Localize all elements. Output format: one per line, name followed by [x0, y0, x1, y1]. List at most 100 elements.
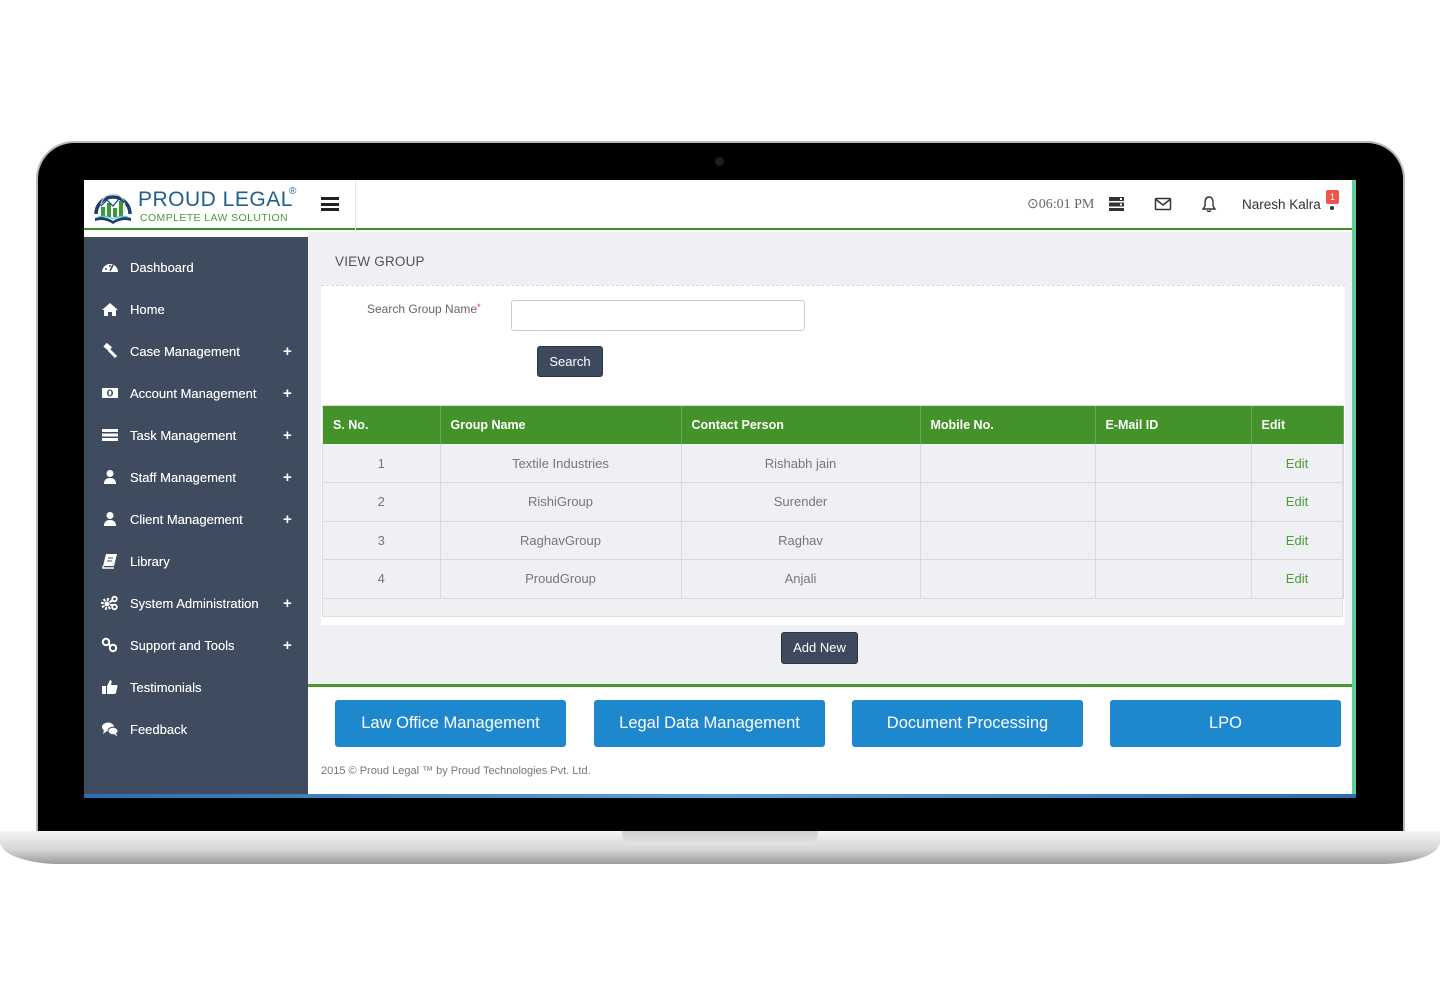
money-icon: [102, 388, 118, 398]
search-group-name-label: Search Group Name*: [367, 302, 481, 316]
sidebar-label: Account Management: [130, 385, 257, 401]
sidebar-label: Feedback: [130, 721, 188, 737]
page-title: VIEW GROUP: [335, 254, 425, 269]
column-header-mobile[interactable]: Mobile No.: [920, 406, 1096, 444]
laptop-camera: [715, 157, 724, 166]
sidebar-label: Client Management: [130, 511, 243, 527]
app-screen: PROUD LEGAL ® COMPLETE LAW SOLUTION ⊙06:…: [84, 180, 1356, 796]
cell-edit: Edit: [1251, 482, 1344, 522]
bell-icon[interactable]: [1200, 195, 1218, 213]
cell-group-name: ProudGroup: [440, 559, 682, 599]
search-button[interactable]: Search: [537, 346, 603, 377]
column-header-sno[interactable]: S. No.: [323, 406, 441, 444]
table-header-row: S. No. Group Name Contact Person Mobile …: [323, 406, 1344, 444]
table-row: 4 ProudGroup Anjali Edit: [323, 559, 1344, 599]
notification-badge: 1: [1326, 190, 1339, 204]
cell-group-name: RishiGroup: [440, 482, 682, 522]
group-table-container: S. No. Group Name Contact Person Mobile …: [322, 405, 1344, 617]
copyright-text: 2015 © Proud Legal ™ by Proud Technologi…: [321, 765, 591, 777]
sidebar-item-case-management[interactable]: Case Management +: [84, 330, 308, 372]
expand-plus-icon[interactable]: +: [283, 469, 292, 486]
search-group-name-input[interactable]: [511, 300, 805, 331]
hamburger-menu-icon[interactable]: [321, 197, 339, 211]
cell-email: [1095, 482, 1252, 522]
sidebar-item-task-management[interactable]: Task Management +: [84, 414, 308, 456]
sidebar-item-account-management[interactable]: Account Management +: [84, 372, 308, 414]
sidebar-label: Testimonials: [130, 679, 202, 695]
sidebar-label: Support and Tools: [130, 637, 235, 653]
time-text: 06:01 PM: [1038, 197, 1095, 212]
sidebar-nav: Dashboard Home Case Management + Account…: [84, 237, 308, 796]
user-dropdown-icon[interactable]: [1330, 206, 1334, 210]
edit-link[interactable]: Edit: [1286, 494, 1308, 509]
server-icon[interactable]: [1108, 195, 1126, 213]
cell-edit: Edit: [1251, 444, 1344, 483]
cell-email: [1095, 444, 1252, 483]
sidebar-item-home[interactable]: Home: [84, 288, 308, 330]
cell-email: [1095, 521, 1252, 560]
document-processing-button[interactable]: Document Processing: [852, 700, 1083, 747]
search-label-text: Search Group Name: [367, 302, 478, 316]
cell-sno: 1: [323, 444, 441, 483]
gavel-icon: [103, 343, 118, 359]
view-group-panel: Search Group Name* Search S. No. Group N…: [321, 285, 1345, 625]
cell-mobile: [920, 444, 1096, 483]
sidebar-label: Staff Management: [130, 469, 236, 485]
sidebar-label: Task Management: [130, 427, 237, 443]
lpo-button[interactable]: LPO: [1110, 700, 1341, 747]
header-time: ⊙06:01 PM: [1027, 196, 1094, 213]
brand-subtitle: COMPLETE LAW SOLUTION: [140, 212, 289, 224]
sidebar-item-staff-management[interactable]: Staff Management +: [84, 456, 308, 498]
sidebar-item-dashboard[interactable]: Dashboard: [84, 246, 308, 288]
column-header-email[interactable]: E-Mail ID: [1095, 406, 1252, 444]
expand-plus-icon[interactable]: +: [283, 595, 292, 612]
sidebar-label: Case Management: [130, 343, 240, 359]
sidebar-item-support-and-tools[interactable]: Support and Tools +: [84, 624, 308, 666]
cell-group-name: Textile Industries: [440, 444, 682, 483]
cell-group-name: RaghavGroup: [440, 521, 682, 560]
cell-mobile: [920, 559, 1096, 599]
book-icon: [102, 554, 117, 569]
taskbar-strip: [84, 794, 1356, 798]
sidebar-item-system-administration[interactable]: System Administration +: [84, 582, 308, 624]
add-new-button[interactable]: Add New: [781, 632, 858, 664]
footer: Law Office Management Legal Data Managem…: [308, 687, 1352, 796]
group-table: S. No. Group Name Contact Person Mobile …: [323, 406, 1344, 599]
sidebar-item-library[interactable]: Library: [84, 540, 308, 582]
column-header-edit: Edit: [1251, 406, 1344, 444]
sidebar-item-feedback[interactable]: Feedback: [84, 708, 308, 750]
expand-plus-icon[interactable]: +: [283, 427, 292, 444]
edit-link[interactable]: Edit: [1286, 456, 1308, 471]
law-office-management-button[interactable]: Law Office Management: [335, 700, 566, 747]
dashboard-icon: [102, 264, 118, 272]
link-icon: [101, 637, 118, 653]
clock-icon: ⊙: [1027, 197, 1039, 212]
right-scroll-accent: [1352, 180, 1356, 796]
edit-link[interactable]: Edit: [1286, 533, 1308, 548]
legal-data-management-button[interactable]: Legal Data Management: [594, 700, 825, 747]
thumbs-up-icon: [102, 680, 118, 694]
user-icon: [104, 512, 116, 526]
cell-contact-person: Rishabh jain: [681, 444, 921, 483]
expand-plus-icon[interactable]: +: [283, 637, 292, 654]
table-row: 2 RishiGroup Surender Edit: [323, 482, 1344, 522]
sidebar-item-client-management[interactable]: Client Management +: [84, 498, 308, 540]
user-name[interactable]: Naresh Kalra: [1242, 197, 1321, 212]
sidebar-label: Home: [130, 301, 165, 317]
menu-toggle-area: [308, 180, 356, 230]
sidebar-label: Library: [130, 553, 170, 569]
registered-mark: ®: [289, 186, 297, 197]
edit-link[interactable]: Edit: [1286, 571, 1308, 586]
cell-edit: Edit: [1251, 521, 1344, 560]
column-header-contact-person[interactable]: Contact Person: [681, 406, 921, 444]
expand-plus-icon[interactable]: +: [283, 385, 292, 402]
tasks-icon: [102, 429, 118, 441]
cogs-icon: [101, 595, 118, 611]
cell-sno: 3: [323, 521, 441, 560]
sidebar-item-testimonials[interactable]: Testimonials: [84, 666, 308, 708]
envelope-icon[interactable]: [1154, 195, 1172, 213]
expand-plus-icon[interactable]: +: [283, 343, 292, 360]
brand-logo[interactable]: PROUD LEGAL ® COMPLETE LAW SOLUTION: [92, 186, 302, 226]
column-header-group-name[interactable]: Group Name: [440, 406, 682, 444]
expand-plus-icon[interactable]: +: [283, 511, 292, 528]
